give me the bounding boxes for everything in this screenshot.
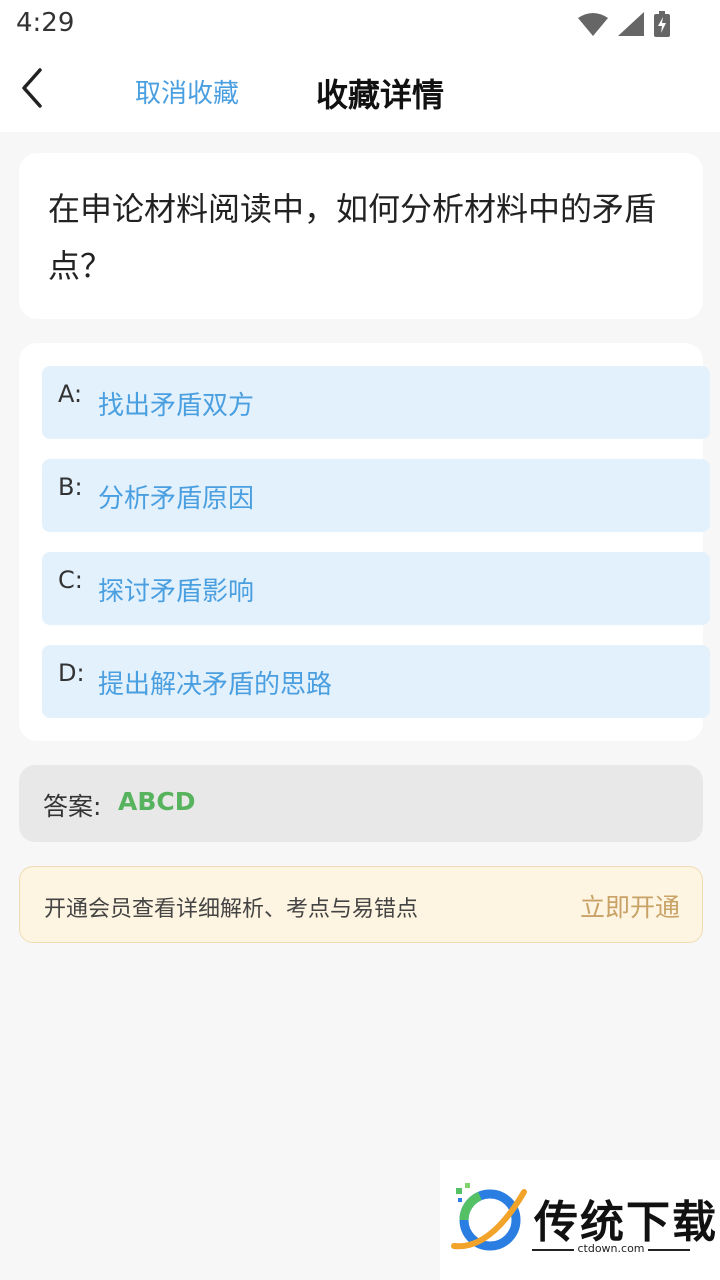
vip-banner: 开通会员查看详细解析、考点与易错点 立即开通	[19, 866, 703, 943]
answer-value: ABCD	[118, 787, 196, 816]
watermark: 传统下载 ctdown.com	[440, 1160, 720, 1280]
page-title: 收藏详情	[315, 76, 444, 114]
watermark-title: 传统下载	[534, 1197, 718, 1248]
option-c[interactable]: C: 探讨矛盾影响	[42, 552, 710, 625]
battery-charging-icon	[654, 11, 670, 37]
option-key: A:	[58, 380, 83, 408]
header: 取消收藏 收藏详情	[0, 50, 720, 132]
option-text: 提出解决矛盾的思路	[98, 670, 333, 700]
option-key: B:	[58, 473, 83, 501]
status-time: 4:29	[16, 8, 75, 38]
watermark-divider	[648, 1249, 690, 1251]
status-bar: 4:29	[0, 0, 720, 50]
watermark-logo	[451, 1183, 527, 1251]
answer-box: 答案: ABCD	[19, 765, 703, 842]
option-text: 探讨矛盾影响	[98, 577, 255, 607]
option-text: 分析矛盾原因	[98, 484, 255, 514]
wifi-icon	[578, 13, 608, 36]
answer-label: 答案:	[43, 792, 102, 821]
option-d[interactable]: D: 提出解决矛盾的思路	[42, 645, 710, 718]
option-key: D:	[58, 659, 85, 687]
question-text: 在申论材料阅读中，如何分析材料中的矛盾点？	[48, 190, 657, 285]
signal-icon	[618, 12, 644, 36]
status-icons	[578, 10, 670, 38]
options-card: A: 找出矛盾双方 B: 分析矛盾原因 C: 探讨矛盾影响 D: 提出解决矛盾的…	[19, 343, 710, 741]
vip-promo-text: 开通会员查看详细解析、考点与易错点	[44, 897, 419, 922]
option-b[interactable]: B: 分析矛盾原因	[42, 459, 710, 532]
option-key: C:	[58, 566, 83, 594]
option-a[interactable]: A: 找出矛盾双方	[42, 366, 710, 439]
open-vip-button[interactable]: 立即开通	[580, 888, 680, 924]
option-text: 找出矛盾双方	[98, 391, 255, 421]
question-card: 在申论材料阅读中，如何分析材料中的矛盾点？	[19, 153, 703, 319]
